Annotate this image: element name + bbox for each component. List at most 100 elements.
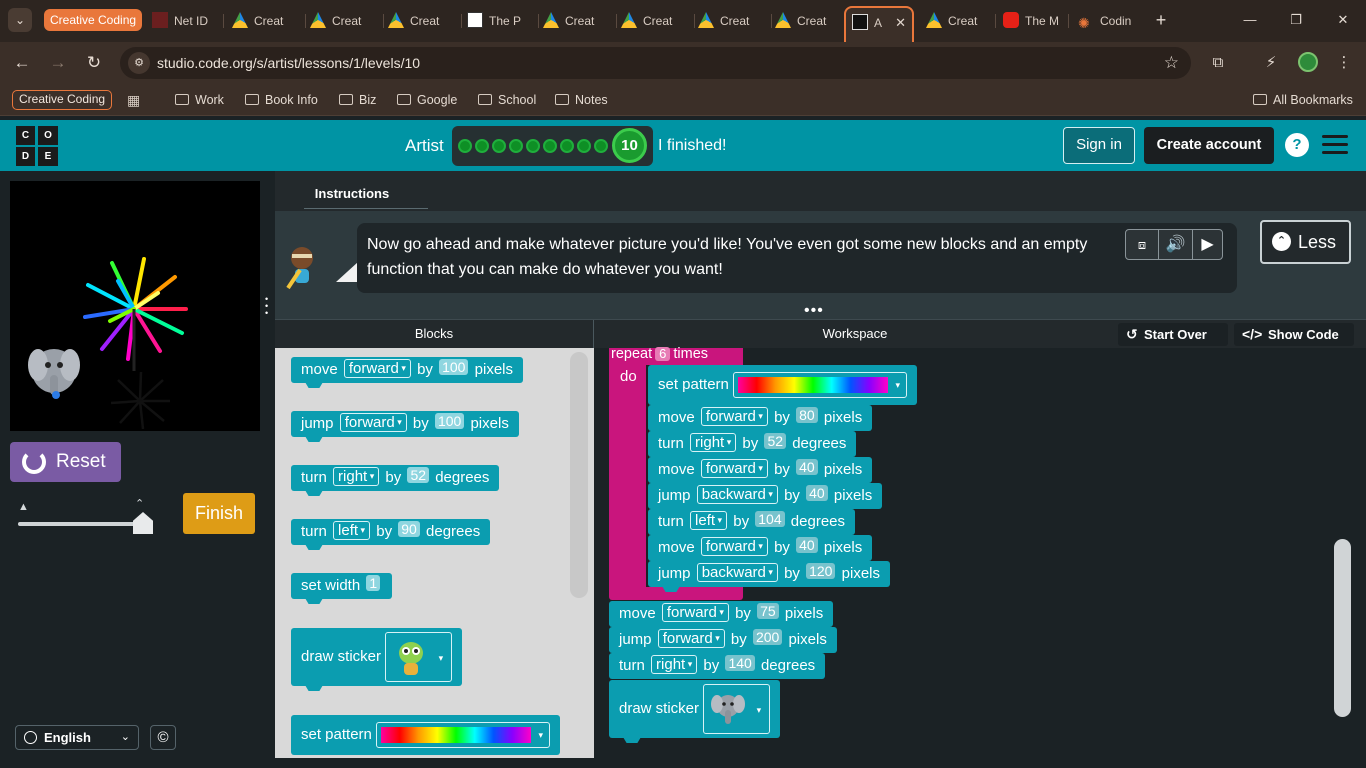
apps-grid-icon[interactable]: ▦	[127, 92, 143, 108]
extensions-icon[interactable]: ⧉	[1208, 53, 1228, 73]
reload-button[interactable]: ↻	[82, 52, 106, 74]
level-dot[interactable]	[475, 139, 489, 153]
all-bookmarks[interactable]: All Bookmarks	[1253, 84, 1353, 116]
number-field[interactable]: 52	[407, 467, 430, 483]
level-dot[interactable]	[492, 139, 506, 153]
reset-button[interactable]: Reset	[10, 442, 121, 482]
number-field[interactable]: 1	[366, 575, 381, 591]
copyright-button[interactable]: ©	[150, 725, 176, 750]
codeorg-logo[interactable]: C O D E	[16, 126, 58, 166]
toolbox-block-set-width[interactable]: set width 1	[291, 573, 393, 604]
instructions-resize-handle[interactable]: •••	[804, 303, 824, 319]
number-field[interactable]: 100	[439, 359, 469, 375]
browser-tab-drive-8[interactable]: Creat	[926, 6, 996, 36]
toolbox-block-jump[interactable]: jump forward by 100 pixels	[291, 411, 519, 442]
pattern-dropdown[interactable]: ▾	[733, 372, 908, 399]
number-field[interactable]: 140	[725, 655, 755, 671]
create-account-button[interactable]: Create account	[1144, 127, 1274, 164]
speaker-icon[interactable]: 🔊	[1158, 230, 1192, 259]
direction-dropdown[interactable]: forward	[700, 537, 768, 556]
bookmark-folder-notes[interactable]: Notes	[555, 84, 608, 116]
finish-button[interactable]: Finish	[183, 493, 255, 534]
forward-button[interactable]: →	[46, 52, 70, 74]
level-dot[interactable]	[526, 139, 540, 153]
less-button[interactable]: ⌃ Less	[1260, 220, 1351, 264]
direction-dropdown[interactable]: forward	[657, 629, 725, 648]
browser-menu-icon[interactable]: ⋮	[1334, 53, 1354, 73]
tab-group-chip[interactable]: Creative Coding	[44, 9, 143, 31]
help-icon[interactable]: ?	[1285, 133, 1309, 157]
workspace-block[interactable]: turn right by 140 degrees	[609, 653, 826, 679]
toolbox-block-move[interactable]: move forward by 100 pixels	[291, 357, 523, 388]
bookmark-folder-work[interactable]: Work	[175, 84, 224, 116]
minimize-icon[interactable]: —	[1240, 10, 1260, 30]
workspace-scrollbar[interactable]	[1334, 539, 1351, 717]
workspace-block-set-pattern[interactable]: set pattern ▾	[648, 365, 918, 405]
browser-tab-drive-3[interactable]: Creat	[388, 6, 462, 36]
workspace-block[interactable]: move forward by 40 pixels	[648, 457, 873, 483]
direction-dropdown[interactable]: forward	[661, 603, 729, 622]
browser-tab-drive-2[interactable]: Creat	[310, 6, 384, 36]
number-field[interactable]: 52	[764, 433, 787, 449]
turn-dropdown[interactable]: left	[690, 511, 728, 530]
tab-instructions[interactable]: Instructions	[304, 171, 428, 211]
number-field[interactable]: 100	[434, 413, 465, 429]
number-field[interactable]: 40	[806, 485, 828, 501]
direction-dropdown[interactable]: forward	[339, 413, 407, 432]
lesson-name[interactable]: Artist	[405, 120, 444, 171]
performance-icon[interactable]: ⚡	[1261, 53, 1281, 73]
toolbox-block-turn-right[interactable]: turn right by 52 degrees	[291, 465, 500, 496]
vertical-resize-handle[interactable]: • • •	[265, 295, 270, 318]
toolbox-block-draw-sticker[interactable]: draw sticker ▾	[291, 628, 463, 691]
number-field[interactable]: 200	[752, 629, 783, 645]
pattern-dropdown[interactable]: ▾	[376, 722, 551, 749]
url-text[interactable]: studio.code.org/s/artist/lessons/1/level…	[157, 47, 420, 79]
direction-dropdown[interactable]: forward	[700, 459, 768, 478]
language-select[interactable]: English ⌄	[15, 725, 139, 750]
turn-dropdown[interactable]: right	[690, 433, 737, 452]
speed-slider-thumb[interactable]	[133, 512, 153, 534]
restore-icon[interactable]: ❐	[1286, 10, 1306, 30]
current-level-bubble[interactable]: 10	[612, 128, 647, 163]
workspace-block[interactable]: jump backward by 40 pixels	[648, 483, 883, 509]
workspace-block[interactable]: turn left by 104 degrees	[648, 509, 856, 535]
tab-search-button[interactable]: ⌄	[8, 8, 32, 32]
toolbox-block-turn-left[interactable]: turn left by 90 degrees	[291, 519, 491, 550]
url-omnibox[interactable]: ⚙ studio.code.org/s/artist/lessons/1/lev…	[120, 47, 1191, 79]
workspace-block[interactable]: move forward by 40 pixels	[648, 535, 873, 561]
browser-tab-apple[interactable]: The P	[467, 6, 539, 36]
number-field[interactable]: 80	[796, 407, 818, 423]
number-field[interactable]: 40	[796, 459, 818, 475]
number-field[interactable]: 90	[398, 521, 420, 537]
number-field[interactable]: 40	[796, 537, 818, 553]
level-dot[interactable]	[594, 139, 608, 153]
workspace-block[interactable]: turn right by 52 degrees	[648, 431, 857, 457]
workspace-block[interactable]: jump forward by 200 pixels	[609, 627, 837, 653]
sticker-dropdown[interactable]: ▾	[385, 632, 453, 683]
browser-tab-drive-7[interactable]: Creat	[775, 6, 843, 36]
workspace-block[interactable]: move forward by 80 pixels	[648, 405, 873, 431]
direction-dropdown[interactable]: forward	[700, 407, 768, 426]
level-dot[interactable]	[543, 139, 557, 153]
browser-tab-drive-1[interactable]: Creat	[232, 6, 306, 36]
sign-in-button[interactable]: Sign in	[1063, 127, 1135, 164]
browser-tab-coding[interactable]: ✺ Codin	[1078, 6, 1144, 36]
workspace-block-draw-sticker[interactable]: draw sticker ▾	[609, 680, 781, 743]
browser-tab-youtube[interactable]: The M	[1003, 6, 1069, 36]
number-field[interactable]: 75	[757, 603, 779, 619]
level-dot[interactable]	[560, 139, 574, 153]
site-info-icon[interactable]: ⚙	[128, 52, 150, 74]
level-dot[interactable]	[458, 139, 472, 153]
turn-dropdown[interactable]: left	[333, 521, 371, 540]
show-code-button[interactable]: </> Show Code	[1234, 323, 1354, 346]
back-button[interactable]: ←	[10, 52, 34, 74]
toolbox-scrollbar[interactable]	[570, 352, 588, 598]
browser-tab-netid[interactable]: Net ID	[152, 6, 224, 36]
level-dot[interactable]	[577, 139, 591, 153]
browser-tab-drive-5[interactable]: Creat	[621, 6, 695, 36]
bookmark-folder-biz[interactable]: Biz	[339, 84, 376, 116]
level-dot[interactable]	[509, 139, 523, 153]
browser-tab-drive-4[interactable]: Creat	[543, 6, 617, 36]
turn-dropdown[interactable]: right	[333, 467, 380, 486]
profile-avatar[interactable]	[1298, 52, 1318, 72]
